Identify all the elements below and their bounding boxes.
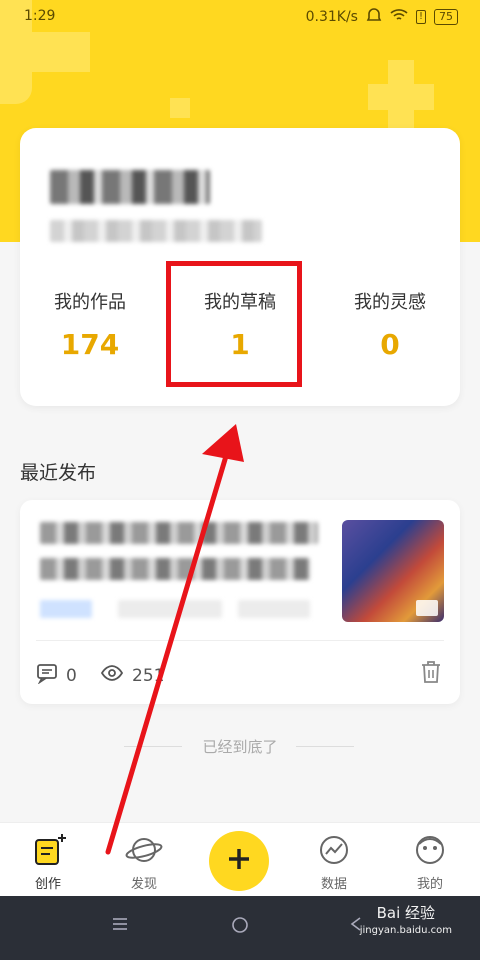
- annotation-arrow: [105, 424, 244, 855]
